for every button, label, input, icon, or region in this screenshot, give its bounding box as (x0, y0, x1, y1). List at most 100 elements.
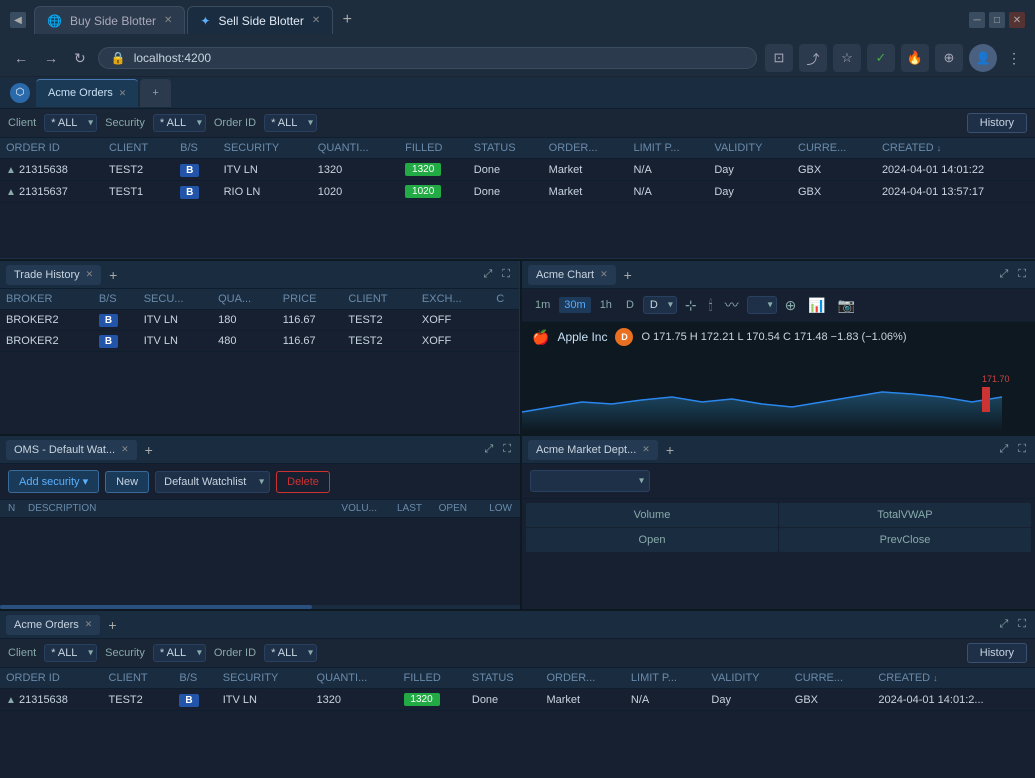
delete-watchlist-btn[interactable]: Delete (276, 471, 330, 493)
watchlist-scrollbar[interactable] (0, 605, 520, 609)
client-filter-select[interactable]: * ALL (44, 114, 97, 132)
minimize-btn[interactable]: ─ (969, 12, 985, 28)
bottom-orders-popout-btn[interactable]: ⤢ (996, 616, 1011, 633)
trade-history-popout-btn[interactable]: ⤢ (480, 266, 495, 283)
back-btn[interactable]: ◀ (10, 12, 26, 28)
bottom-security-select[interactable]: * ALL (153, 644, 206, 662)
market-depth-expand-btn[interactable]: ⛶ (1015, 441, 1029, 458)
oms-tab[interactable]: OMS - Default Wat... ✕ (6, 440, 137, 460)
chart-crosshair-btn[interactable]: ⊹ (681, 295, 701, 316)
bottom-orders-tab-close[interactable]: ✕ (85, 619, 93, 630)
bot-col-bs: B/S (173, 668, 216, 689)
acme-orders-tab-close[interactable]: ✕ (119, 88, 127, 99)
trade-history-tab-add[interactable]: + (105, 267, 121, 283)
market-depth-tab[interactable]: Acme Market Dept... ✕ (528, 440, 658, 460)
profile-icon[interactable]: 👤 (969, 44, 997, 72)
trade-row-1[interactable]: BROKER2 B ITV LN 180 116.67 TEST2 XOFF (0, 310, 519, 331)
order-id-filter-select[interactable]: * ALL (264, 114, 317, 132)
maximize-btn[interactable]: □ (989, 12, 1005, 28)
security-filter-select[interactable]: * ALL (153, 114, 206, 132)
app-tab-add[interactable]: + (140, 79, 170, 107)
back-nav-btn[interactable]: ← (10, 48, 32, 68)
acme-chart-tab[interactable]: Acme Chart ✕ (528, 265, 616, 285)
bot-limit-price-1: N/A (625, 689, 706, 711)
trade-price-1: 116.67 (277, 310, 343, 331)
flame-btn[interactable]: 🔥 (901, 44, 929, 72)
buy-side-close[interactable]: ✕ (164, 15, 172, 26)
refresh-btn[interactable]: ↻ (70, 48, 90, 69)
market-depth-symbol-select[interactable] (530, 470, 650, 492)
shield-btn[interactable]: ⊕ (935, 44, 963, 72)
bot-quantity-1: 1320 (311, 689, 398, 711)
expand-row1[interactable]: ▲ (6, 165, 16, 176)
close-btn[interactable]: ✕ (1009, 12, 1025, 28)
chart-type-select[interactable] (747, 296, 777, 314)
bottom-client-select[interactable]: * ALL (44, 644, 97, 662)
bottom-history-btn[interactable]: History (967, 643, 1027, 663)
trade-history-tab-close[interactable]: ✕ (86, 269, 94, 280)
top-history-btn[interactable]: History (967, 113, 1027, 133)
forward-nav-btn[interactable]: → (40, 48, 62, 68)
trade-row-2[interactable]: BROKER2 B ITV LN 480 116.67 TEST2 XOFF (0, 331, 519, 352)
acme-chart-popout-btn[interactable]: ⤢ (996, 266, 1011, 283)
col-validity: VALIDITY (708, 138, 792, 159)
security-filter-wrap: * ALL (153, 114, 206, 132)
time-30m-btn[interactable]: 30m (559, 297, 590, 313)
oms-tab-close[interactable]: ✕ (121, 444, 129, 455)
checkmark-btn[interactable]: ✓ (867, 44, 895, 72)
bookmark-icon-btn[interactable]: ☆ (833, 44, 861, 72)
market-depth-popout-btn[interactable]: ⤢ (996, 441, 1011, 458)
app-tab-acme-orders-top[interactable]: Acme Orders ✕ (36, 79, 138, 107)
col-quantity: QUANTI... (312, 138, 399, 159)
menu-btn[interactable]: ⋮ (1003, 48, 1025, 69)
acme-chart-tab-add[interactable]: + (620, 267, 636, 283)
market-depth-tab-close[interactable]: ✕ (642, 444, 650, 455)
bot-expand-row1[interactable]: ▲ (6, 695, 16, 706)
oms-expand-btn[interactable]: ⛶ (500, 441, 514, 458)
table-row[interactable]: ▲ 21315638 TEST2 B ITV LN 1320 1320 Done… (0, 159, 1035, 181)
acme-chart-expand-btn[interactable]: ⛶ (1015, 266, 1029, 283)
table-row[interactable]: ▲ 21315637 TEST1 B RIO LN 1020 1020 Done… (0, 181, 1035, 203)
wl-col-desc: DESCRIPTION (28, 503, 322, 514)
buy-side-label: Buy Side Blotter (70, 14, 156, 28)
bottom-client-label: Client (8, 647, 36, 659)
chart-interval-select[interactable]: D (643, 296, 677, 314)
watchlist-row: OMS - Default Wat... ✕ + ⤢ ⛶ Add securit… (0, 434, 1035, 609)
time-1m-btn[interactable]: 1m (530, 297, 555, 313)
chart-bar-btn[interactable]: 📊 (804, 295, 829, 316)
chart-indicator-btn[interactable]: 〰 (721, 293, 743, 317)
browser-tab-sell-side[interactable]: ✦ Sell Side Blotter ✕ (187, 6, 333, 34)
trade-history-panel: Trade History ✕ + ⤢ ⛶ BROKER B/S SECU... (0, 261, 520, 434)
market-depth-tab-add[interactable]: + (662, 442, 678, 458)
bottom-order-id-label: Order ID (214, 647, 256, 659)
chart-add-btn[interactable]: ⊕ (781, 295, 801, 316)
bottom-orders-expand-btn[interactable]: ⛶ (1015, 616, 1029, 633)
chart-camera-btn[interactable]: 📷 (834, 295, 859, 316)
time-d-btn[interactable]: D (621, 297, 639, 313)
trade-exchange-2: XOFF (416, 331, 490, 352)
oms-tab-add[interactable]: + (141, 442, 157, 458)
bottom-orders-tab-add[interactable]: + (104, 617, 120, 633)
bottom-order-id-select[interactable]: * ALL (264, 644, 317, 662)
expand-row2[interactable]: ▲ (6, 187, 16, 198)
middle-row: Trade History ✕ + ⤢ ⛶ BROKER B/S SECU... (0, 259, 1035, 434)
acme-chart-tab-close[interactable]: ✕ (600, 269, 608, 280)
trade-history-tab[interactable]: Trade History ✕ (6, 265, 101, 285)
share-icon-btn[interactable]: ⤴ (799, 44, 827, 72)
oms-watchlist-panel: OMS - Default Wat... ✕ + ⤢ ⛶ Add securit… (0, 436, 520, 609)
chart-candle-btn[interactable]: 🕯 (705, 295, 717, 316)
url-bar[interactable]: 🔒 localhost:4200 (98, 47, 757, 69)
wl-col-low: LOW (467, 503, 512, 514)
browser-tab-buy-side[interactable]: 🌐 Buy Side Blotter ✕ (34, 6, 185, 34)
add-security-btn[interactable]: Add security ▾ (8, 470, 99, 493)
new-browser-tab-btn[interactable]: + (335, 8, 359, 32)
trade-history-expand-btn[interactable]: ⛶ (499, 266, 513, 283)
table-row[interactable]: ▲ 21315638 TEST2 B ITV LN 1320 1320 Done… (0, 689, 1035, 711)
oms-popout-btn[interactable]: ⤢ (481, 441, 496, 458)
watchlist-name-select[interactable]: Default Watchlist (155, 471, 270, 493)
new-watchlist-btn[interactable]: New (105, 471, 149, 493)
screenshot-icon-btn[interactable]: ⊡ (765, 44, 793, 72)
time-1h-btn[interactable]: 1h (595, 297, 617, 313)
sell-side-close[interactable]: ✕ (312, 15, 320, 26)
bottom-orders-tab[interactable]: Acme Orders ✕ (6, 615, 100, 635)
